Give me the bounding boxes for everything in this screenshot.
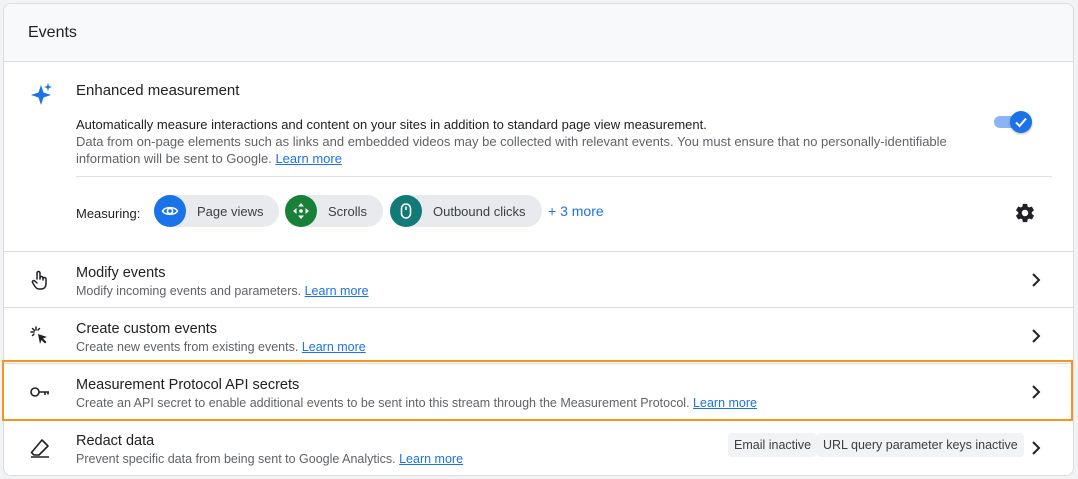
row-title: Measurement Protocol API secrets [76,377,300,393]
events-card: Events Enhanced measurement Automaticall… [3,3,1074,476]
key-icon [30,387,49,397]
row-description-text: Create new events from existing events. [76,340,299,354]
row-create-custom-events[interactable]: Create custom events Create new events f… [4,308,1073,364]
chip-page-views[interactable]: Page views [154,195,280,227]
check-icon [1015,117,1027,128]
scroll-arrows-icon [285,195,317,227]
more-events-link[interactable]: + 3 more [548,203,604,219]
learn-more-link[interactable]: Learn more [275,151,341,166]
gear-icon[interactable] [1014,202,1036,224]
cursor-click-icon [30,326,47,344]
status-badge-email: Email inactive [728,433,818,457]
row-description: Modify incoming events and parameters. L… [76,284,369,298]
measuring-label: Measuring: [76,206,141,221]
enhanced-measurement-title: Enhanced measurement [76,82,240,99]
enhanced-measurement-toggle[interactable] [994,111,1032,133]
chevron-right-icon [1032,329,1041,343]
row-redact-data[interactable]: Redact data Prevent specific data from b… [4,420,1073,475]
row-title: Modify events [76,265,166,281]
chevron-right-icon [1032,441,1041,455]
row-description-text: Create an API secret to enable additiona… [76,396,690,410]
toggle-thumb [1010,111,1032,133]
card-header: Events [4,4,1073,62]
chip-label: Outbound clicks [433,203,526,219]
row-description: Create an API secret to enable additiona… [76,396,757,410]
chevron-right-icon [1032,385,1041,399]
row-modify-events[interactable]: Modify events Modify incoming events and… [4,252,1073,308]
row-description: Prevent specific data from being sent to… [76,452,463,466]
chip-label: Scrolls [328,203,368,219]
touch-hand-icon [31,270,47,290]
eraser-icon [30,439,49,458]
chip-outbound-clicks[interactable]: Outbound clicks [390,195,542,227]
mouse-icon [390,195,422,227]
enhanced-measurement-section: Enhanced measurement Automatically measu… [4,62,1073,252]
chevron-right-icon [1032,273,1041,287]
row-title: Create custom events [76,321,218,337]
status-badge-url-query: URL query parameter keys inactive [817,433,1024,457]
row-measurement-protocol-api-secrets[interactable]: Measurement Protocol API secrets Create … [4,364,1073,420]
learn-more-link[interactable]: Learn more [305,284,369,298]
divider [76,176,1052,177]
row-description-text: Prevent specific data from being sent to… [76,452,396,466]
row-description: Create new events from existing events. … [76,340,366,354]
row-title: Redact data [76,433,155,449]
enhanced-measurement-note-text: Data from on-page elements such as links… [76,134,947,166]
enhanced-measurement-description: Automatically measure interactions and c… [76,117,707,132]
learn-more-link[interactable]: Learn more [399,452,463,466]
row-description-text: Modify incoming events and parameters. [76,284,302,298]
eye-icon [154,195,186,227]
chip-label: Page views [197,203,264,219]
chip-scrolls[interactable]: Scrolls [285,195,384,227]
enhanced-measurement-note: Data from on-page elements such as links… [76,133,1001,167]
card-title: Events [28,24,77,41]
learn-more-link[interactable]: Learn more [302,340,366,354]
learn-more-link[interactable]: Learn more [693,396,757,410]
sparkle-icon [31,83,52,105]
